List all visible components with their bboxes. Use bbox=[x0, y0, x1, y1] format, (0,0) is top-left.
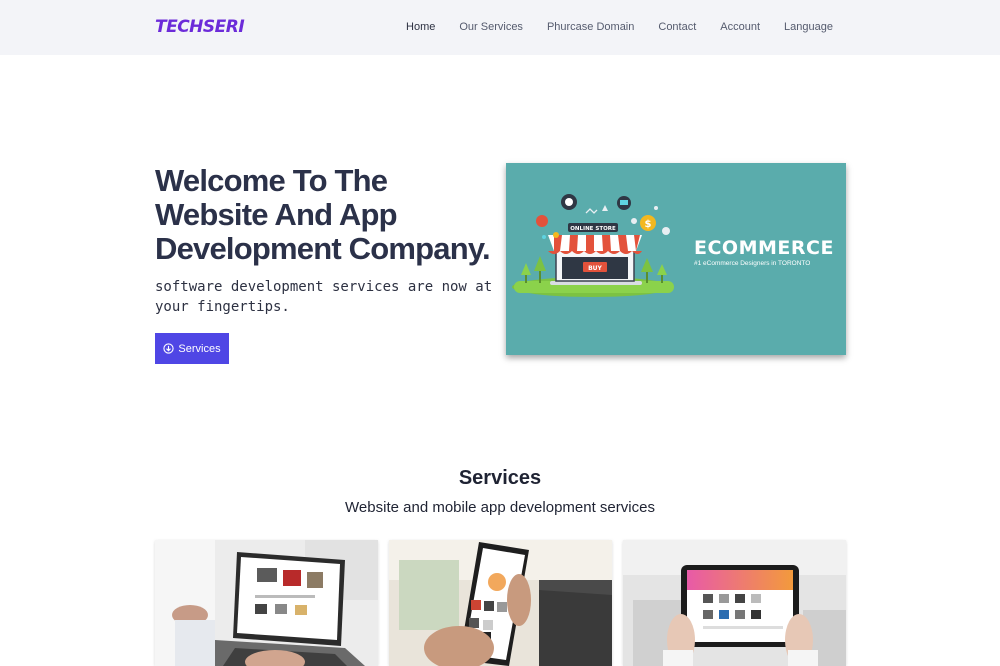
nav-contact[interactable]: Contact bbox=[658, 21, 696, 33]
main-nav: Home Our Services Phurcase Domain Contac… bbox=[406, 21, 833, 33]
services-button-label: Services bbox=[178, 342, 221, 355]
service-card-phone[interactable] bbox=[389, 540, 612, 666]
tablet-store-photo bbox=[623, 540, 846, 666]
hero-title: Welcome To The Website And App Developme… bbox=[155, 163, 491, 266]
banner-subtitle: #1 eCommerce Designers in TORONTO bbox=[694, 260, 811, 267]
service-card-tablet[interactable] bbox=[623, 540, 846, 666]
banner-title: ECOMMERCE bbox=[694, 237, 834, 259]
nav-account[interactable]: Account bbox=[720, 21, 760, 33]
navbar: TECHSERI Home Our Services Phurcase Doma… bbox=[0, 0, 1000, 55]
nav-home[interactable]: Home bbox=[406, 21, 435, 33]
services-title: Services bbox=[458, 467, 542, 489]
nav-language[interactable]: Language bbox=[784, 21, 833, 33]
services-button[interactable]: Services bbox=[155, 333, 229, 364]
svg-text:$: $ bbox=[645, 219, 652, 230]
hero-banner: ONLINE STORE BUY $ ECOMMERCE #1 eCommerc… bbox=[506, 163, 846, 355]
nav-purchase-domain[interactable]: Phurcase Domain bbox=[547, 21, 634, 33]
services-subtitle: Website and mobile app development servi… bbox=[345, 499, 655, 516]
arrow-circle-down-icon bbox=[163, 343, 175, 354]
phone-shopping-photo bbox=[389, 540, 612, 666]
online-store-illustration: ONLINE STORE BUY $ bbox=[512, 194, 674, 297]
logo[interactable]: TECHSERI bbox=[155, 17, 245, 37]
laptop-ecommerce-photo bbox=[155, 540, 378, 666]
buy-sign-text: BUY bbox=[588, 265, 602, 272]
service-card-laptop[interactable] bbox=[155, 540, 378, 666]
store-sign-text: ONLINE STORE bbox=[570, 226, 616, 232]
nav-our-services[interactable]: Our Services bbox=[459, 21, 523, 33]
hero-subtitle: software development services are now at… bbox=[155, 279, 493, 315]
